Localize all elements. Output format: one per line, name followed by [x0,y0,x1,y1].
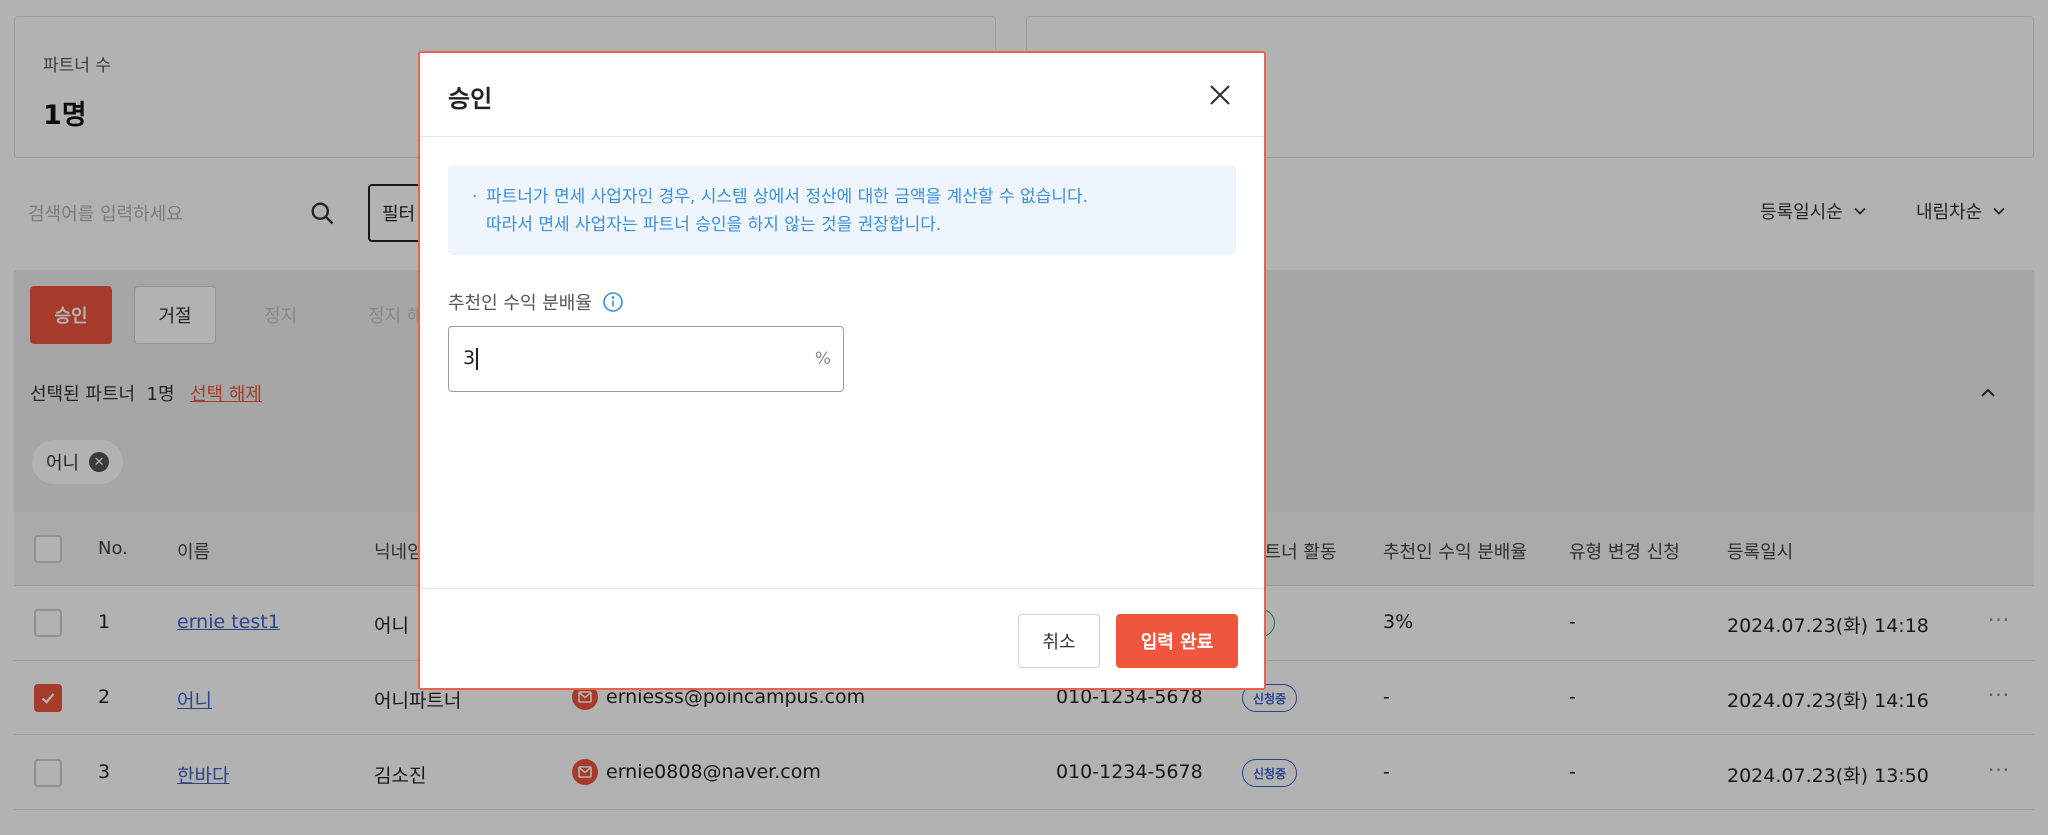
notice-bullet: · [472,187,478,207]
close-icon[interactable] [1206,81,1234,109]
notice-text-1: 파트너가 면세 사업자인 경우, 시스템 상에서 정산에 대한 금액을 계산할 … [486,187,1089,207]
rate-unit: % [814,349,831,369]
rate-value-text: 3 [463,347,476,369]
notice-line-1: · 파트너가 면세 사업자인 경우, 시스템 상에서 정산에 대한 금액을 계산… [472,183,1212,211]
modal-header: 승인 [420,53,1264,137]
info-icon[interactable] [602,291,624,313]
notice-text-2: 따라서 면세 사업자는 파트너 승인을 하지 않는 것을 권장합니다. [486,215,942,235]
rate-input[interactable]: 3 % [448,326,844,392]
text-caret [476,347,478,370]
modal-footer-divider [420,588,1264,589]
approve-modal: 승인 · 파트너가 면세 사업자인 경우, 시스템 상에서 정산에 대한 금액을… [418,51,1266,690]
rate-field-label: 추천인 수익 분배율 [448,289,624,315]
modal-title: 승인 [448,85,493,113]
rate-input-value: 3 [463,347,478,370]
submit-button[interactable]: 입력 완료 [1116,614,1238,668]
rate-label-text: 추천인 수익 분배율 [448,293,592,314]
tax-exempt-notice: · 파트너가 면세 사업자인 경우, 시스템 상에서 정산에 대한 금액을 계산… [448,165,1236,255]
cancel-button[interactable]: 취소 [1018,614,1100,668]
